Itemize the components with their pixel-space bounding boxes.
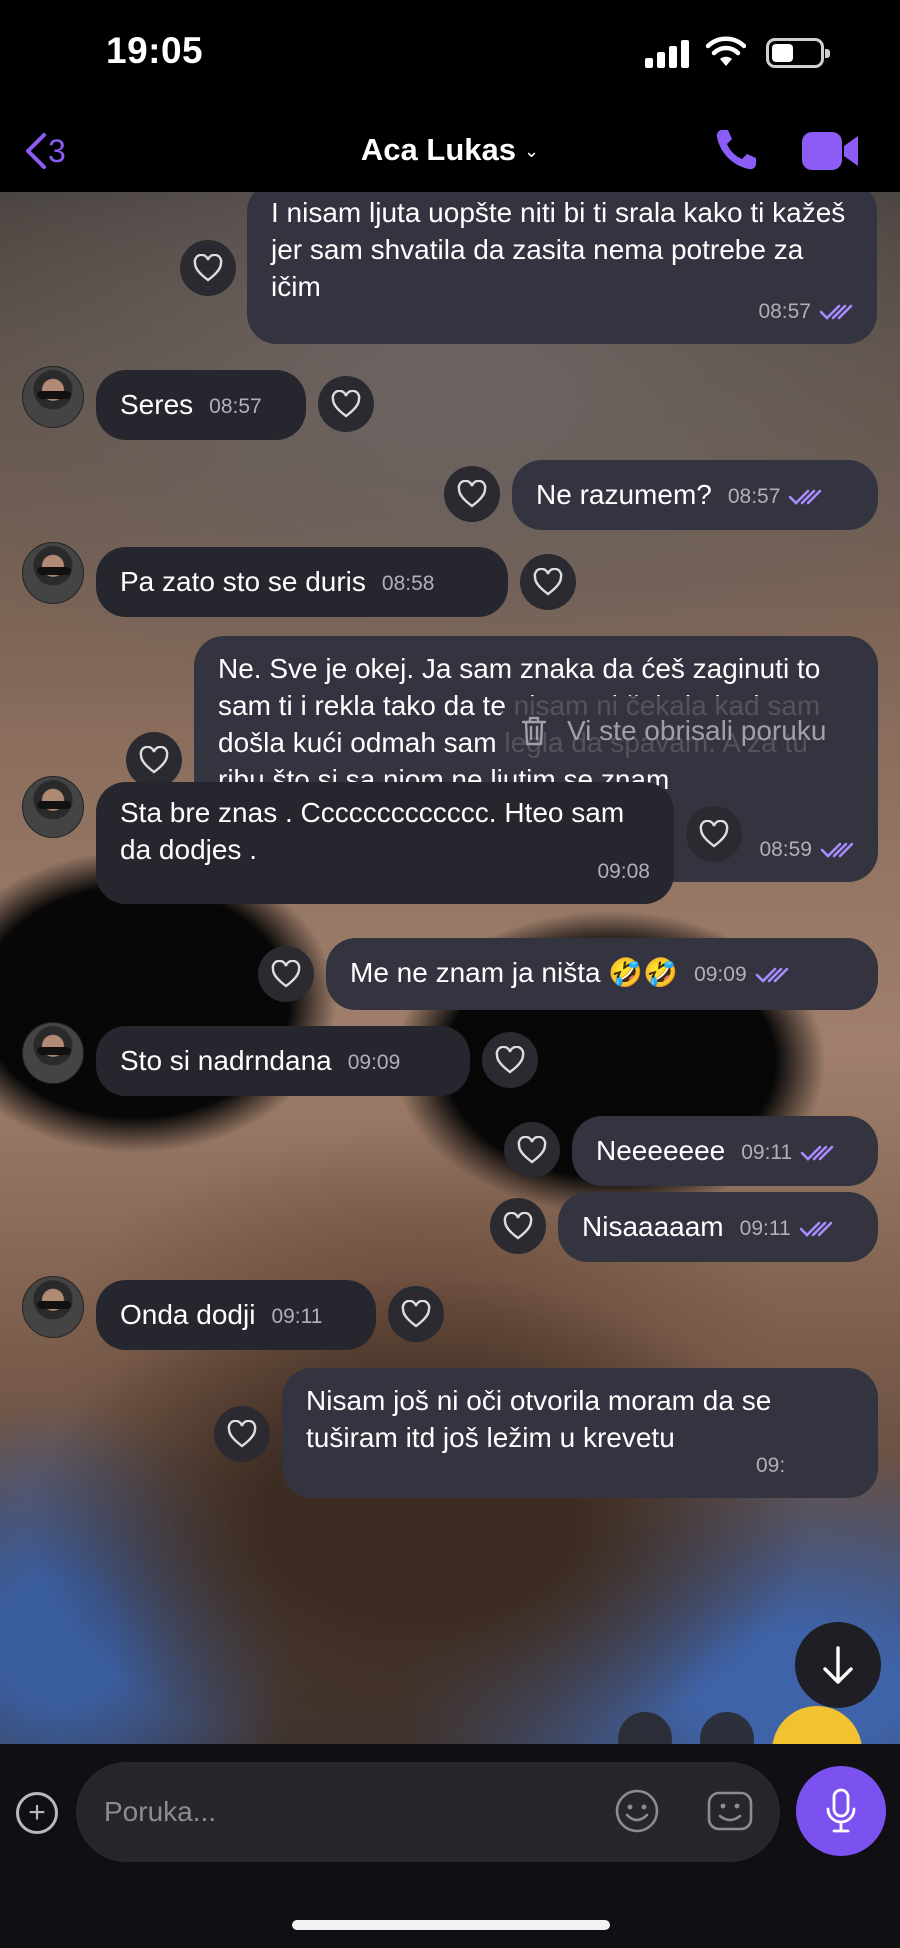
avatar[interactable]: [22, 542, 84, 604]
message-meta: 08:57: [209, 388, 262, 425]
message-time: 09:11: [741, 1141, 793, 1165]
like-icon[interactable]: [482, 1032, 538, 1088]
message-text: Neeeeeee: [596, 1135, 726, 1166]
message-text: Seres: [120, 389, 194, 420]
message-time: 08:59: [759, 838, 812, 861]
like-icon[interactable]: [700, 1712, 754, 1744]
message-time: 08:57: [209, 395, 262, 419]
cellular-signal-icon: [645, 38, 689, 68]
message-bubble-outgoing[interactable]: Me ne znam ja ništa 🤣🤣 09:09: [326, 938, 878, 1010]
like-icon[interactable]: [126, 732, 182, 788]
home-indicator: [292, 1920, 610, 1930]
message-time: 08:57: [758, 300, 811, 323]
battery-level: [772, 44, 793, 62]
message-time: 09:08: [597, 860, 650, 883]
phone-icon[interactable]: [712, 126, 760, 174]
read-check-icon: [819, 304, 853, 320]
arrow-down-icon: [823, 1646, 853, 1684]
message-time: 09:09: [347, 1051, 401, 1075]
message-time: 09:09: [694, 963, 747, 987]
like-icon[interactable]: [318, 376, 374, 432]
deleted-message-text: Vi ste obrisali poruku: [567, 715, 827, 746]
message-bubble-outgoing[interactable]: Nisaaaaam 09:11: [558, 1192, 878, 1262]
emoji-icon[interactable]: [614, 1788, 660, 1834]
status-bar: 19:05: [0, 0, 900, 110]
message-meta: 09:08: [597, 853, 650, 890]
contact-name-button[interactable]: Aca Lukas ⌄: [0, 132, 900, 168]
avatar[interactable]: [22, 776, 84, 838]
avatar[interactable]: [22, 1022, 84, 1084]
read-check-icon: [789, 489, 822, 505]
message-time: 08:57: [727, 485, 781, 509]
laughing-emoji-icon: [772, 1706, 862, 1744]
battery-icon: [766, 38, 830, 68]
message-text: Me ne znam ja ništa 🤣🤣: [350, 957, 679, 988]
message-meta: 09:11: [271, 1298, 322, 1335]
message-bubble-outgoing[interactable]: Ne razumem? 08:57: [512, 460, 878, 530]
like-icon[interactable]: [258, 946, 314, 1002]
read-check-icon: [799, 1221, 832, 1237]
wifi-icon: [706, 36, 746, 66]
like-icon[interactable]: [520, 554, 576, 610]
message-bubble-incoming[interactable]: Sta bre znas . Ccccccccccccc. Hteo sam d…: [96, 782, 674, 904]
like-icon[interactable]: [444, 466, 500, 522]
message-bubble-outgoing[interactable]: Nisam još ni oči otvorila moram da se tu…: [282, 1368, 878, 1498]
message-time: 08:58: [381, 572, 435, 596]
message-bubble-incoming[interactable]: Onda dodji 09:11: [96, 1280, 376, 1350]
message-meta: 09:09: [694, 956, 789, 993]
microphone-icon: [826, 1788, 856, 1833]
status-time: 19:05: [106, 30, 204, 71]
message-meta: 08:58: [382, 565, 435, 602]
read-check-icon: [800, 1145, 834, 1161]
message-text: Nisam još ni oči otvorila moram da se tu…: [306, 1385, 780, 1453]
message-time: 09:11: [739, 1217, 791, 1241]
scroll-to-bottom-button[interactable]: [795, 1622, 881, 1708]
message-text: Onda dodji: [120, 1299, 256, 1330]
avatar[interactable]: [22, 1276, 84, 1338]
like-icon[interactable]: [504, 1122, 560, 1178]
microphone-button[interactable]: [796, 1766, 886, 1856]
chevron-down-icon: ⌄: [523, 141, 540, 162]
message-time: 09:11: [271, 1305, 323, 1329]
message-bubble-incoming[interactable]: Pa zato sto se duris 08:58: [96, 547, 508, 617]
message-bubble-incoming[interactable]: Seres 08:57: [96, 370, 306, 440]
message-meta: 09:09: [348, 1044, 401, 1081]
video-camera-icon[interactable]: [800, 128, 860, 174]
like-icon[interactable]: [214, 1406, 270, 1462]
forward-icon[interactable]: [618, 1712, 672, 1744]
message-meta: 08:57: [758, 293, 853, 330]
read-check-icon: [755, 967, 788, 983]
message-meta: 09:11: [741, 1134, 834, 1171]
chat-background: I nisam ljuta uopšte niti bi ti srala ka…: [0, 192, 900, 1744]
like-icon[interactable]: [388, 1286, 444, 1342]
message-meta: 09:11: [740, 1210, 833, 1247]
message-bubble-outgoing[interactable]: I nisam ljuta uopšte niti bi ti srala ka…: [247, 192, 877, 344]
deleted-message-notice: Vi ste obrisali poruku: [497, 696, 877, 766]
message-text: Sto si nadrndana: [120, 1045, 332, 1076]
like-icon[interactable]: [180, 240, 236, 296]
read-check-icon: [820, 842, 854, 858]
message-text: Pa zato sto se duris: [120, 566, 366, 597]
message-text: Sta bre znas . Ccccccccccccc. Hteo sam d…: [120, 797, 632, 865]
message-text: Ne razumem?: [536, 479, 712, 510]
composer-bar: +: [0, 1744, 900, 1948]
message-meta: 09:: [756, 1447, 785, 1484]
message-text: I nisam ljuta uopšte niti bi ti srala ka…: [271, 197, 854, 302]
plus-icon[interactable]: +: [16, 1792, 58, 1834]
like-icon[interactable]: [490, 1198, 546, 1254]
message-meta: 08:59: [759, 831, 854, 868]
message-time: 09:: [756, 1454, 786, 1477]
message-input[interactable]: [76, 1762, 780, 1862]
like-icon[interactable]: [686, 806, 742, 862]
message-text: Nisaaaaam: [582, 1211, 724, 1242]
message-bubble-outgoing[interactable]: Neeeeeee 09:11: [572, 1116, 878, 1186]
sticker-icon[interactable]: [706, 1788, 754, 1834]
message-meta: 08:57: [728, 478, 823, 515]
trash-icon: [521, 716, 547, 746]
message-bubble-incoming[interactable]: Sto si nadrndana 09:09: [96, 1026, 470, 1096]
chat-header: 3 Aca Lukas ⌄: [0, 110, 900, 192]
avatar[interactable]: [22, 366, 84, 428]
contact-name: Aca Lukas: [360, 132, 516, 167]
